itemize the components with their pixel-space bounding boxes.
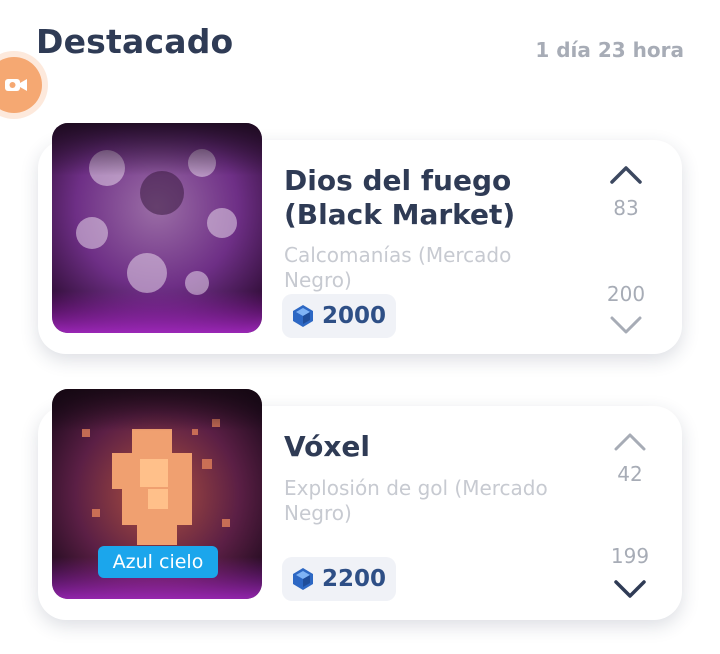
downvote-count: 200	[606, 282, 646, 306]
chevron-up-icon[interactable]	[610, 429, 650, 453]
item-thumbnail[interactable]	[52, 123, 262, 333]
upvote-count: 42	[617, 462, 643, 486]
rarity-badge: Azul cielo	[98, 546, 218, 578]
purple-decal-image	[52, 123, 262, 333]
credits-gem-icon	[293, 568, 313, 590]
chevron-up-icon[interactable]	[606, 162, 646, 186]
item-category: Explosión de gol (Mercado	[284, 476, 548, 500]
page-title: Destacado	[36, 22, 234, 61]
price-value: 2200	[322, 566, 387, 592]
item-category: Calcomanías (Mercado	[284, 243, 512, 267]
chevron-down-icon[interactable]	[610, 576, 650, 600]
chevron-down-icon[interactable]	[606, 312, 646, 336]
price-tag: 2000	[282, 294, 397, 338]
price-value: 2000	[322, 303, 387, 329]
item-category: Negro)	[284, 268, 352, 292]
video-camera-icon	[5, 79, 27, 91]
time-remaining: 1 día 23 hora	[535, 38, 684, 62]
downvote-count: 199	[610, 544, 650, 568]
video-camera-button[interactable]	[0, 57, 42, 113]
upvote-count: 83	[613, 196, 639, 220]
item-category: Negro)	[284, 501, 352, 525]
price-tag: 2200	[282, 557, 397, 601]
item-name: Dios del fuego	[284, 164, 512, 197]
item-name: (Black Market)	[284, 198, 516, 231]
item-name: Vóxel	[284, 430, 371, 463]
credits-gem-icon	[293, 305, 313, 327]
